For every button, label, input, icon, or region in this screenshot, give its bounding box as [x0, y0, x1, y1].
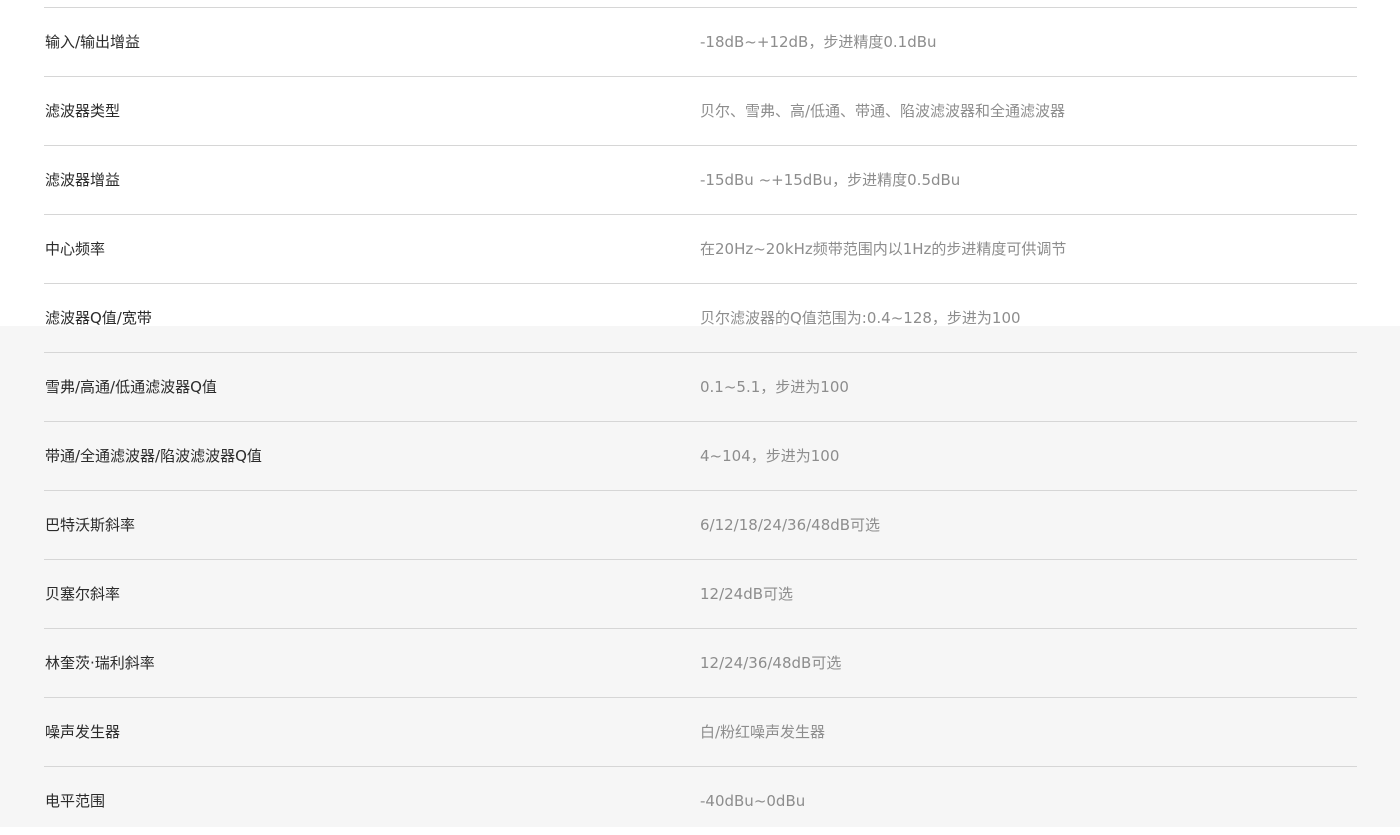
spec-label: 带通/全通滤波器/陷波滤波器Q值	[45, 447, 262, 465]
spec-row: 林奎茨·瑞利斜率 12/24/36/48dB可选	[44, 628, 1357, 697]
spec-label: 中心频率	[45, 240, 106, 258]
spec-value: 6/12/18/24/36/48dB可选	[700, 516, 881, 534]
spec-label: 输入/输出增益	[45, 33, 141, 51]
spec-value: 贝尔、雪弗、高/低通、带通、陷波滤波器和全通滤波器	[700, 102, 1066, 120]
spec-value: 12/24/36/48dB可选	[700, 654, 842, 672]
spec-label: 电平范围	[45, 792, 106, 810]
spec-row: 雪弗/高通/低通滤波器Q值 0.1~5.1，步进为100	[44, 352, 1357, 421]
spec-label: 滤波器增益	[45, 171, 121, 189]
spec-row: 电平范围 -40dBu~0dBu	[44, 766, 1357, 835]
spec-value: 12/24dB可选	[700, 585, 794, 603]
spec-row: 噪声发生器 白/粉红噪声发生器	[44, 697, 1357, 766]
spec-label: 贝塞尔斜率	[45, 585, 121, 603]
spec-table: 输入/输出增益 -18dB~+12dB，步进精度0.1dBu 滤波器类型 贝尔、…	[44, 7, 1357, 835]
spec-value: 4~104，步进为100	[700, 447, 840, 465]
spec-value: -40dBu~0dBu	[700, 792, 806, 810]
spec-row: 贝塞尔斜率 12/24dB可选	[44, 559, 1357, 628]
spec-label: 滤波器类型	[45, 102, 121, 120]
spec-value: 贝尔滤波器的Q值范围为:0.4~128，步进为100	[700, 309, 1021, 327]
spec-row: 带通/全通滤波器/陷波滤波器Q值 4~104，步进为100	[44, 421, 1357, 490]
spec-label: 巴特沃斯斜率	[45, 516, 136, 534]
spec-value: -18dB~+12dB，步进精度0.1dBu	[700, 33, 937, 51]
spec-label: 雪弗/高通/低通滤波器Q值	[45, 378, 217, 396]
spec-row: 输入/输出增益 -18dB~+12dB，步进精度0.1dBu	[44, 7, 1357, 76]
spec-row: 巴特沃斯斜率 6/12/18/24/36/48dB可选	[44, 490, 1357, 559]
spec-value: 在20Hz~20kHz频带范围内以1Hz的步进精度可供调节	[700, 240, 1067, 258]
spec-value: -15dBu ~+15dBu，步进精度0.5dBu	[700, 171, 961, 189]
spec-value: 0.1~5.1，步进为100	[700, 378, 849, 396]
spec-row: 中心频率 在20Hz~20kHz频带范围内以1Hz的步进精度可供调节	[44, 214, 1357, 283]
spec-row: 滤波器类型 贝尔、雪弗、高/低通、带通、陷波滤波器和全通滤波器	[44, 76, 1357, 145]
spec-value: 白/粉红噪声发生器	[700, 723, 826, 741]
spec-label: 噪声发生器	[45, 723, 121, 741]
spec-label: 林奎茨·瑞利斜率	[45, 654, 155, 672]
spec-label: 滤波器Q值/宽带	[45, 309, 152, 327]
spec-row: 滤波器增益 -15dBu ~+15dBu，步进精度0.5dBu	[44, 145, 1357, 214]
spec-row: 滤波器Q值/宽带 贝尔滤波器的Q值范围为:0.4~128，步进为100	[44, 283, 1357, 352]
